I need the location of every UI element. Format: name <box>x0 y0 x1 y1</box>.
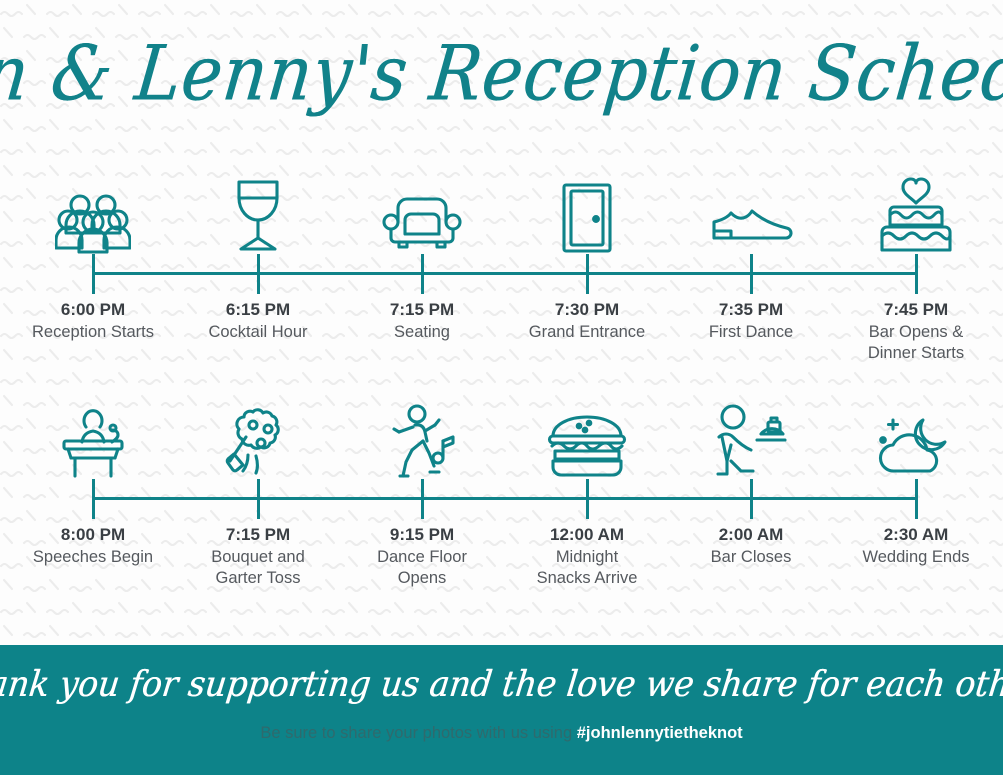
event-time: 9:15 PM <box>389 525 455 544</box>
event-description-line: Bar Opens & <box>868 323 964 341</box>
icons-strip <box>0 168 1003 254</box>
timeline-tick <box>914 479 918 519</box>
footer-share-line: Be sure to share your photos with us usi… <box>260 723 742 743</box>
event-description-line: Bar Closes <box>710 548 792 566</box>
timeline-axis-line <box>93 497 916 500</box>
timeline-event-label: 7:15 PM Seating <box>327 298 517 343</box>
event-description-line: First Dance <box>708 323 794 341</box>
timeline-axis <box>0 254 1003 294</box>
timeline-tick <box>420 479 424 519</box>
waiter-tray-icon <box>696 393 806 479</box>
timeline-event-label: 9:15 PM Dance Floor Opens <box>327 523 517 589</box>
evening-schedule-row: 6:00 PM Reception Starts 6:15 PM Cocktail H… <box>0 168 1003 384</box>
timeline-event-label: 6:00 PM Reception Starts <box>0 298 188 343</box>
timeline-tick <box>749 254 753 294</box>
event-time: 7:45 PM <box>883 300 949 319</box>
timeline-tick <box>420 254 424 294</box>
event-time: 2:00 AM <box>718 525 784 544</box>
timeline-event-label: 7:45 PM Bar Opens & Dinner Starts <box>821 298 1003 364</box>
labels-strip: 8:00 PM Speeches Begin 7:15 PM Bouquet and G… <box>0 519 1003 609</box>
event-time: 6:15 PM <box>225 300 291 319</box>
timeline-event-label: 8:00 PM Speeches Begin <box>0 523 188 568</box>
timeline-tick <box>256 479 260 519</box>
timeline-event-label: 7:15 PM Bouquet and Garter Toss <box>163 523 353 589</box>
title-band: John & Lenny's Reception Schedule <box>0 0 1003 150</box>
event-description-line: Speeches Begin <box>32 548 154 566</box>
event-time: 8:00 PM <box>60 525 126 544</box>
event-description-line: Midnight <box>555 548 619 566</box>
event-time: 12:00 AM <box>549 525 624 544</box>
moon-cloud-icon <box>861 393 971 479</box>
timeline-event-label: 7:30 PM Grand Entrance <box>492 298 682 343</box>
event-description-line: Opens <box>397 569 447 587</box>
footer-hashtag[interactable]: #johnlennytietheknot <box>577 724 743 742</box>
late-night-schedule-row: 8:00 PM Speeches Begin 7:15 PM Bouquet and G… <box>0 393 1003 609</box>
event-description-line: Wedding Ends <box>862 548 970 566</box>
event-description-line: Dinner Starts <box>867 344 965 362</box>
timeline-tick <box>585 254 589 294</box>
labels-strip: 6:00 PM Reception Starts 6:15 PM Cocktail H… <box>0 294 1003 384</box>
page-title: John & Lenny's Reception Schedule <box>0 30 1003 119</box>
event-description-line: Dance Floor <box>377 548 467 566</box>
event-time: 2:30 AM <box>883 525 949 544</box>
wedding-schedule-poster: John & Lenny's Reception Schedule 6:00 P… <box>0 0 1003 775</box>
event-time: 7:15 PM <box>389 300 455 319</box>
armchair-icon <box>367 168 477 254</box>
event-description-line: Garter Toss <box>215 569 301 587</box>
bouquet-icon <box>203 393 313 479</box>
podium-speaker-icon <box>38 393 148 479</box>
timeline-tick <box>91 479 95 519</box>
timeline-event-label: 2:30 AM Wedding Ends <box>821 523 1003 568</box>
timeline-axis-line <box>93 272 916 275</box>
timeline-axis <box>0 479 1003 519</box>
event-description-line: Reception Starts <box>32 323 154 341</box>
event-description-line: Seating <box>394 323 450 341</box>
timeline-tick <box>91 254 95 294</box>
footer-share-text: Be sure to share your photos with us usi… <box>260 723 577 742</box>
burger-icon <box>532 393 642 479</box>
event-time: 6:00 PM <box>60 300 126 319</box>
timeline-tick <box>256 254 260 294</box>
event-description-line: Bouquet and <box>211 548 305 566</box>
dress-shoe-icon <box>696 168 806 254</box>
icons-strip <box>0 393 1003 479</box>
wedding-cake-icon <box>861 168 971 254</box>
wine-glass-icon <box>203 168 313 254</box>
event-description-line: Grand Entrance <box>528 323 646 341</box>
timeline-event-label: 2:00 AM Bar Closes <box>656 523 846 568</box>
group-of-people-icon <box>38 168 148 254</box>
event-description-line: Snacks Arrive <box>536 569 638 587</box>
footer-thank-you-message: Thank you for supporting us and the love… <box>0 662 1003 705</box>
timeline-tick <box>914 254 918 294</box>
event-time: 7:30 PM <box>554 300 620 319</box>
event-time: 7:35 PM <box>718 300 784 319</box>
timeline-event-label: 7:35 PM First Dance <box>656 298 846 343</box>
timeline-tick <box>585 479 589 519</box>
event-time: 7:15 PM <box>225 525 291 544</box>
dancing-person-icon <box>367 393 477 479</box>
footer-banner: Thank you for supporting us and the love… <box>0 645 1003 775</box>
event-description-line: Cocktail Hour <box>208 323 308 341</box>
door-icon <box>532 168 642 254</box>
timeline-tick <box>749 479 753 519</box>
timeline-event-label: 12:00 AM Midnight Snacks Arrive <box>492 523 682 589</box>
timeline-event-label: 6:15 PM Cocktail Hour <box>163 298 353 343</box>
